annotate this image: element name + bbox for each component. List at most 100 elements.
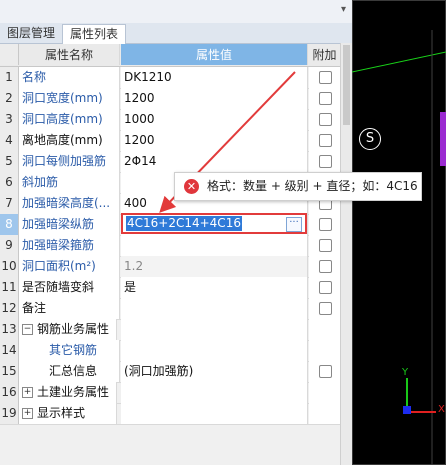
extra-cell (309, 340, 340, 361)
tab-property-list[interactable]: 属性列表 (62, 24, 126, 44)
row-number: 5 (0, 151, 19, 172)
extra-cell (309, 403, 340, 424)
extra-checkbox[interactable] (319, 218, 332, 231)
table-row[interactable]: 4 离地高度(mm) 1200 (0, 130, 340, 152)
property-name: 洞口每侧加强筋 (19, 151, 120, 172)
property-value[interactable]: (洞口加强筋) (121, 361, 308, 382)
extra-cell (309, 361, 340, 382)
highlighted-element[interactable] (440, 112, 446, 166)
property-name: 备注 (19, 298, 120, 319)
table-row[interactable]: 5 洞口每侧加强筋 2Φ14 (0, 151, 340, 173)
table-row[interactable]: 3 洞口高度(mm) 1000 (0, 109, 340, 131)
property-value[interactable] (121, 235, 308, 256)
row-number: 7 (0, 193, 19, 214)
property-value[interactable] (121, 298, 308, 319)
group-label: 显示样式 (37, 406, 86, 420)
extra-checkbox[interactable] (319, 365, 332, 378)
table-row[interactable]: 12 备注 (0, 298, 340, 320)
property-name: 洞口面积(m²) (19, 256, 120, 277)
property-value[interactable]: 1000 (121, 109, 308, 130)
extra-checkbox[interactable] (319, 239, 332, 252)
table-row[interactable]: 11 是否随墙变斜 是 (0, 277, 340, 299)
row-number: 14 (0, 340, 19, 361)
x-axis-icon (408, 411, 436, 413)
group-name: + 显示样式 (19, 403, 117, 424)
x-axis-label: X (438, 404, 445, 415)
row-number: 11 (0, 277, 19, 298)
table-row[interactable]: 9 加强暗梁箍筋 (0, 235, 340, 257)
extra-checkbox[interactable] (319, 92, 332, 105)
expand-icon[interactable]: + (22, 387, 33, 398)
property-name: 加强暗梁高度(... (19, 193, 120, 214)
group-label: 钢筋业务属性 (37, 322, 110, 336)
property-name: 加强暗梁纵筋 (19, 214, 120, 235)
property-value (121, 403, 308, 424)
table-row[interactable]: 14 其它钢筋 (0, 340, 340, 362)
property-name: 名称 (19, 67, 120, 88)
panel-tabs: 图层管理 属性列表 (0, 23, 352, 44)
property-value[interactable] (121, 340, 308, 361)
tab-layer-management[interactable]: 图层管理 (2, 24, 60, 43)
ellipsis-button[interactable]: ··· (286, 217, 302, 232)
property-value[interactable]: 1200 (121, 88, 308, 109)
header-value: 属性值 (121, 44, 308, 65)
property-value[interactable]: 是 (121, 277, 308, 298)
table-row[interactable]: 1 名称 DK1210 (0, 67, 340, 89)
header-extra: 附加 (309, 44, 340, 65)
editor-selected-text[interactable]: 4C16+2C14+4C16 (126, 216, 242, 231)
row-number: 4 (0, 130, 19, 151)
extra-checkbox[interactable] (319, 260, 332, 273)
table-row[interactable]: 15 汇总信息 (洞口加强筋) (0, 361, 340, 383)
property-name: 洞口高度(mm) (19, 109, 120, 130)
error-icon: ✕ (184, 179, 199, 194)
format-tooltip: ✕ 格式：数量 + 级别 + 直径；如：4C16 (174, 172, 422, 201)
row-number: 12 (0, 298, 19, 319)
row-number: 2 (0, 88, 19, 109)
grid-header: 属性名称 属性值 附加 (0, 44, 340, 67)
property-value (121, 319, 308, 340)
extra-cell (309, 277, 340, 298)
property-name: 加强暗梁箍筋 (19, 235, 120, 256)
extra-checkbox[interactable] (319, 134, 332, 147)
pin-icon[interactable]: ▾ (341, 4, 346, 15)
extra-cell (309, 298, 340, 319)
axis-origin-icon (403, 406, 411, 414)
row-number: 6 (0, 172, 19, 193)
expand-icon[interactable]: + (22, 408, 33, 419)
drawing-canvas[interactable]: S Y X (352, 0, 446, 465)
header-rownum (0, 44, 19, 65)
extra-checkbox[interactable] (319, 281, 332, 294)
collapse-icon[interactable]: − (22, 324, 33, 335)
row-number: 1 (0, 67, 19, 88)
panel-title-strip: ▾ (0, 0, 352, 23)
extra-cell (309, 88, 340, 109)
group-row-display[interactable]: 19 + 显示样式 (0, 403, 340, 425)
property-name: 是否随墙变斜 (19, 277, 120, 298)
extra-checkbox[interactable] (319, 302, 332, 315)
scrollbar-thumb[interactable] (343, 45, 350, 125)
extra-checkbox[interactable] (319, 71, 332, 84)
group-row-civil[interactable]: 16 + 土建业务属性 (0, 382, 340, 404)
row-number: 16 (0, 382, 19, 403)
row-number: 8 (0, 214, 19, 235)
property-value[interactable]: 1200 (121, 130, 308, 151)
row-number: 10 (0, 256, 19, 277)
property-name: 其它钢筋 (19, 340, 120, 361)
extra-cell (309, 109, 340, 130)
extra-cell (309, 67, 340, 88)
property-value[interactable]: 2Φ14 (121, 151, 308, 172)
extra-checkbox[interactable] (319, 113, 332, 126)
extra-checkbox[interactable] (319, 155, 332, 168)
extra-cell (309, 235, 340, 256)
group-row-rebar[interactable]: 13 − 钢筋业务属性 (0, 319, 340, 341)
header-name: 属性名称 (19, 44, 120, 65)
extra-cell (309, 256, 340, 277)
table-row[interactable]: 10 洞口面积(m²) 1.2 (0, 256, 340, 278)
row-number: 3 (0, 109, 19, 130)
table-row[interactable]: 2 洞口宽度(mm) 1200 (0, 88, 340, 110)
section-marker[interactable]: S (359, 128, 381, 150)
rebar-value-editor[interactable]: 4C16+2C14+4C16 ··· (121, 213, 307, 234)
row-number: 9 (0, 235, 19, 256)
property-value[interactable]: DK1210 (121, 67, 308, 88)
group-name: − 钢筋业务属性 (19, 319, 117, 340)
